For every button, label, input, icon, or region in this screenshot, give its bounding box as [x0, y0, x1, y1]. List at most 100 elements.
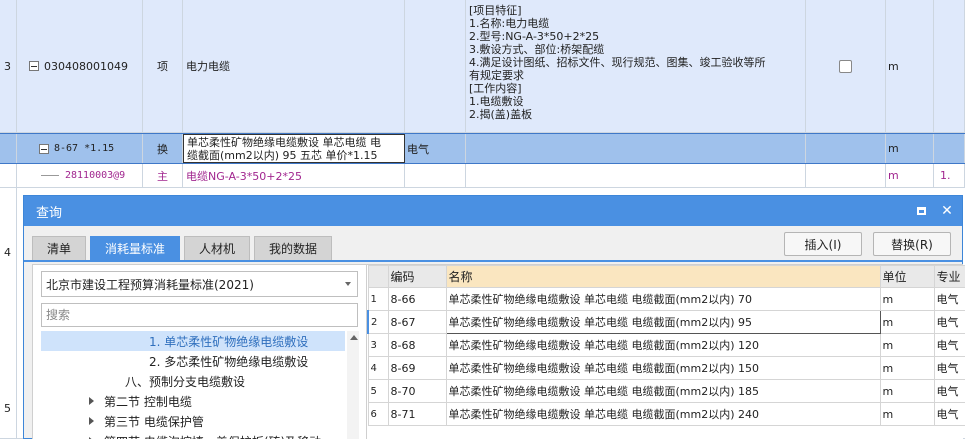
- grid-row-num: 3: [367, 333, 389, 357]
- grid-header-code[interactable]: 编码: [387, 265, 447, 288]
- item-unit: m: [886, 134, 934, 163]
- dialog-tabs: 清单 消耗量标准 人材机 我的数据: [32, 236, 336, 260]
- item-name-editor[interactable]: 单芯柔性矿物绝缘电缆敷设 单芯电缆 电 缆截面(mm2以内) 95 五芯 单价*…: [183, 134, 405, 163]
- tab-labor-material-machine[interactable]: 人材机: [184, 236, 251, 260]
- grid-row-major: 电气: [933, 379, 965, 403]
- grid-row-num: 1: [367, 287, 389, 311]
- grid-row-code: 8-68: [387, 333, 447, 357]
- scroll-up-icon[interactable]: [350, 335, 358, 340]
- insert-button[interactable]: 插入(I): [784, 232, 862, 256]
- standard-panel: 北京市建设工程预算消耗量标准(2021) 1. 单芯柔性矿物绝缘电缆敷设 2. 多…: [32, 264, 367, 439]
- tree-item-label: 第二节 控制电缆: [104, 394, 192, 409]
- item-type: 项: [143, 0, 183, 132]
- tree-item-label: 八、预制分支电缆敷设: [125, 374, 246, 389]
- grid-row-major: 电气: [933, 287, 965, 311]
- spec-line: 1.名称:电力电缆: [469, 17, 550, 30]
- close-button[interactable]: ✕: [936, 196, 958, 226]
- grid-row[interactable]: 4 8-69 单芯柔性矿物绝缘电缆敷设 单芯电缆 电缆截面(mm2以内) 150 m 电…: [367, 356, 965, 380]
- expand-arrow-icon[interactable]: [89, 417, 94, 425]
- grid-row-unit: m: [879, 310, 935, 334]
- item-name: 电缆NG-A-3*50+2*25: [183, 164, 405, 187]
- grid-row-unit: m: [879, 379, 935, 403]
- replace-button[interactable]: 替换(R): [873, 232, 951, 256]
- grid-header-unit[interactable]: 单位: [879, 265, 935, 288]
- standard-select[interactable]: 北京市建设工程预算消耗量标准(2021): [41, 271, 358, 297]
- spec-line: [工作内容]: [469, 82, 522, 95]
- row-index: 3: [0, 0, 17, 132]
- grid-row-unit: m: [879, 402, 935, 426]
- grid-row-major: 电气: [933, 310, 965, 334]
- item-unit: m: [886, 164, 934, 187]
- item-type: 主: [143, 164, 183, 187]
- grid-row-unit: m: [879, 287, 935, 311]
- grid-row-unit: m: [879, 356, 935, 380]
- tree-item[interactable]: 第二节 控制电缆: [41, 391, 345, 411]
- table-row[interactable]: 3 030408001049 项 电力电缆 [项目特征] 1.名称:电力电缆 2.型…: [0, 0, 965, 133]
- grid-header-major[interactable]: 专业: [933, 265, 965, 288]
- spec-line: 2.型号:NG-A-3*50+2*25: [469, 30, 600, 43]
- grid-row[interactable]: 2 8-67 单芯柔性矿物绝缘电缆敷设 单芯电缆 电缆截面(mm2以内) 95 m 电气: [367, 310, 965, 334]
- row-checkbox[interactable]: [839, 59, 852, 73]
- row-index: 5: [4, 402, 11, 415]
- tab-list[interactable]: 清单: [32, 236, 87, 260]
- tree-item-label: 2. 多芯柔性矿物绝缘电缆敷设: [149, 354, 309, 369]
- grid-row-name: 单芯柔性矿物绝缘电缆敷设 单芯电缆 电缆截面(mm2以内) 185: [445, 379, 881, 403]
- spec-line: 2.揭(盖)盖板: [469, 108, 533, 121]
- dialog-titlebar[interactable]: 查询 ✕: [24, 196, 962, 226]
- tab-consumption-standard[interactable]: 消耗量标准: [90, 236, 181, 260]
- grid-row-code: 8-67: [387, 310, 447, 334]
- spec-line: 有规定要求: [469, 69, 524, 82]
- tree-scrollbar[interactable]: [347, 331, 359, 439]
- item-spec: [项目特征] 1.名称:电力电缆 2.型号:NG-A-3*50+2*25 3.敷设方式…: [466, 0, 806, 132]
- grid-row-code: 8-70: [387, 379, 447, 403]
- tree-item-label: 第三节 电缆保护管: [104, 414, 204, 429]
- expand-arrow-icon[interactable]: [89, 397, 94, 405]
- grid-row[interactable]: 6 8-71 单芯柔性矿物绝缘电缆敷设 单芯电缆 电缆截面(mm2以内) 240 m 电…: [367, 402, 965, 426]
- grid-row-name: 单芯柔性矿物绝缘电缆敷设 单芯电缆 电缆截面(mm2以内) 70: [445, 287, 881, 311]
- chapter-tree: 1. 单芯柔性矿物绝缘电缆敷设 2. 多芯柔性矿物绝缘电缆敷设八、预制分支电缆敷设…: [41, 331, 345, 439]
- tree-item[interactable]: 2. 多芯柔性矿物绝缘电缆敷设: [41, 351, 345, 371]
- grid-header-name[interactable]: 名称: [445, 265, 881, 288]
- row-index: 4: [4, 246, 11, 259]
- grid-row[interactable]: 3 8-68 单芯柔性矿物绝缘电缆敷设 单芯电缆 电缆截面(mm2以内) 120 m 电…: [367, 333, 965, 357]
- collapse-icon[interactable]: [29, 61, 39, 71]
- grid-header-num: [367, 265, 389, 288]
- item-name: 电力电缆: [183, 0, 405, 132]
- grid-row-name: 单芯柔性矿物绝缘电缆敷设 单芯电缆 电缆截面(mm2以内) 120: [445, 333, 881, 357]
- item-code: 030408001049: [44, 59, 128, 73]
- tree-item[interactable]: 八、预制分支电缆敷设: [41, 371, 345, 391]
- query-dialog: 查询 ✕ 清单 消耗量标准 人材机 我的数据 插入(I) 替换(R) 北京市建设…: [23, 195, 965, 439]
- spec-line: 3.敷设方式、部位:桥架配缆: [469, 43, 605, 56]
- dialog-title: 查询: [36, 205, 63, 221]
- grid-row-unit: m: [879, 333, 935, 357]
- tab-my-data[interactable]: 我的数据: [254, 236, 333, 260]
- quota-grid: 编码 名称 单位 专业 1 8-66 单芯柔性矿物绝缘电缆敷设 单芯电缆 电缆截面(…: [367, 264, 965, 439]
- tab-underline: [24, 260, 962, 262]
- grid-row-name: 单芯柔性矿物绝缘电缆敷设 单芯电缆 电缆截面(mm2以内) 240: [445, 402, 881, 426]
- grid-row-major: 电气: [933, 402, 965, 426]
- table-row-selected[interactable]: 8-67 *1.15 换 单芯柔性矿物绝缘电缆敷设 单芯电缆 电 缆截面(mm2…: [0, 133, 965, 164]
- table-row[interactable]: 28110003@9 主 电缆NG-A-3*50+2*25 m 1.: [0, 164, 965, 188]
- grid-row-name: 单芯柔性矿物绝缘电缆敷设 单芯电缆 电缆截面(mm2以内) 150: [445, 356, 881, 380]
- collapse-icon[interactable]: [39, 143, 49, 154]
- close-icon: ✕: [941, 203, 953, 219]
- chevron-down-icon: [345, 282, 351, 286]
- tree-item[interactable]: 1. 单芯柔性矿物绝缘电缆敷设: [41, 331, 345, 351]
- grid-row-major: 电气: [933, 333, 965, 357]
- item-category: 电气: [405, 134, 466, 163]
- tree-item[interactable]: 第三节 电缆保护管: [41, 411, 345, 431]
- item-unit: m: [886, 0, 934, 132]
- item-extra: 1.: [934, 164, 965, 187]
- grid-row-code: 8-71: [387, 402, 447, 426]
- spec-line: 4.满足设计图纸、招标文件、现行规范、图集、竣工验收等所: [469, 56, 766, 69]
- grid-row-num: 6: [367, 402, 389, 426]
- spec-line: 1.电缆敷设: [469, 95, 524, 108]
- search-input[interactable]: [41, 303, 358, 327]
- tree-item-label: 1. 单芯柔性矿物绝缘电缆敷设: [149, 334, 309, 349]
- grid-row[interactable]: 5 8-70 单芯柔性矿物绝缘电缆敷设 单芯电缆 电缆截面(mm2以内) 185 m 电…: [367, 379, 965, 403]
- grid-row-name: 单芯柔性矿物绝缘电缆敷设 单芯电缆 电缆截面(mm2以内) 95: [445, 310, 881, 334]
- tree-item[interactable]: 第四节 电缆沟挖填、盖保护板(砖)及移动: [41, 431, 345, 439]
- spec-line: [项目特征]: [469, 4, 522, 17]
- maximize-button[interactable]: [910, 196, 932, 226]
- grid-row[interactable]: 1 8-66 单芯柔性矿物绝缘电缆敷设 单芯电缆 电缆截面(mm2以内) 70 m 电气: [367, 287, 965, 311]
